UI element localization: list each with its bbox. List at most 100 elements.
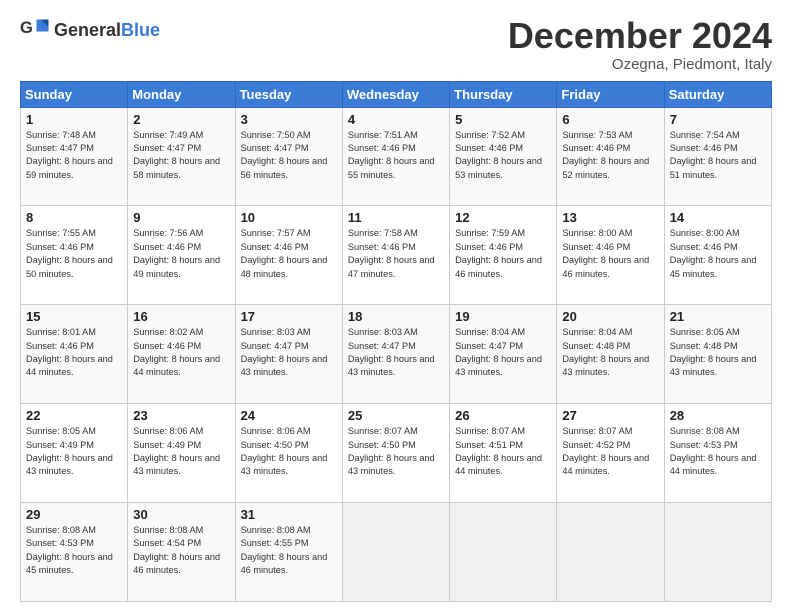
day-info: Sunrise: 8:05 AMSunset: 4:48 PMDaylight:… bbox=[670, 326, 766, 379]
th-wednesday: Wednesday bbox=[342, 81, 449, 107]
logo-icon: G bbox=[20, 16, 50, 44]
day-number: 25 bbox=[348, 408, 444, 423]
day-number: 4 bbox=[348, 112, 444, 127]
week-row-3: 15Sunrise: 8:01 AMSunset: 4:46 PMDayligh… bbox=[21, 305, 772, 404]
day-cell: 29 Sunrise: 8:08 AMSunset: 4:53 PMDayligh… bbox=[21, 503, 128, 602]
day-info: Sunrise: 7:48 AMSunset: 4:47 PMDaylight:… bbox=[26, 129, 122, 182]
day-cell: 9 Sunrise: 7:56 AMSunset: 4:46 PMDaylight… bbox=[128, 206, 235, 305]
day-number: 3 bbox=[241, 112, 337, 127]
day-info: Sunrise: 7:55 AMSunset: 4:46 PMDaylight:… bbox=[26, 227, 122, 280]
day-cell: 2Sunrise: 7:49 AMSunset: 4:47 PMDaylight… bbox=[128, 107, 235, 206]
day-info: Sunrise: 7:51 AMSunset: 4:46 PMDaylight:… bbox=[348, 129, 444, 182]
day-cell: 21 Sunrise: 8:05 AMSunset: 4:48 PMDayligh… bbox=[664, 305, 771, 404]
day-cell: 3Sunrise: 7:50 AMSunset: 4:47 PMDaylight… bbox=[235, 107, 342, 206]
day-info: Sunrise: 7:52 AMSunset: 4:46 PMDaylight:… bbox=[455, 129, 551, 182]
day-cell: 31Sunrise: 8:08 AMSunset: 4:55 PMDayligh… bbox=[235, 503, 342, 602]
day-info: Sunrise: 8:08 AMSunset: 4:54 PMDaylight:… bbox=[133, 524, 229, 577]
day-info: Sunrise: 8:06 AMSunset: 4:49 PMDaylight:… bbox=[133, 425, 229, 478]
day-cell: 26Sunrise: 8:07 AMSunset: 4:51 PMDayligh… bbox=[450, 404, 557, 503]
day-cell: 23 Sunrise: 8:06 AMSunset: 4:49 PMDayligh… bbox=[128, 404, 235, 503]
day-cell: 5 Sunrise: 7:52 AMSunset: 4:46 PMDaylight… bbox=[450, 107, 557, 206]
top-area: G GeneralBlue December 2024 Ozegna, Pied… bbox=[20, 16, 772, 73]
logo-general: General bbox=[54, 20, 121, 40]
day-cell: 12Sunrise: 7:59 AMSunset: 4:46 PMDayligh… bbox=[450, 206, 557, 305]
day-info: Sunrise: 8:00 AMSunset: 4:46 PMDaylight:… bbox=[670, 227, 766, 280]
day-info: Sunrise: 8:07 AMSunset: 4:52 PMDaylight:… bbox=[562, 425, 658, 478]
day-info: Sunrise: 8:03 AMSunset: 4:47 PMDaylight:… bbox=[241, 326, 337, 379]
day-number: 27 bbox=[562, 408, 658, 423]
th-saturday: Saturday bbox=[664, 81, 771, 107]
day-cell: 17 Sunrise: 8:03 AMSunset: 4:47 PMDayligh… bbox=[235, 305, 342, 404]
day-info: Sunrise: 7:56 AMSunset: 4:46 PMDaylight:… bbox=[133, 227, 229, 280]
day-info: Sunrise: 8:08 AMSunset: 4:53 PMDaylight:… bbox=[670, 425, 766, 478]
title-area: December 2024 Ozegna, Piedmont, Italy bbox=[508, 16, 772, 73]
day-number: 16 bbox=[133, 309, 229, 324]
week-row-4: 22 Sunrise: 8:05 AMSunset: 4:49 PMDayligh… bbox=[21, 404, 772, 503]
day-info: Sunrise: 8:04 AMSunset: 4:47 PMDaylight:… bbox=[455, 326, 551, 379]
day-number: 24 bbox=[241, 408, 337, 423]
day-info: Sunrise: 8:08 AMSunset: 4:53 PMDaylight:… bbox=[26, 524, 122, 577]
day-cell: 4 Sunrise: 7:51 AMSunset: 4:46 PMDaylight… bbox=[342, 107, 449, 206]
day-number: 8 bbox=[26, 210, 122, 225]
day-info: Sunrise: 7:59 AMSunset: 4:46 PMDaylight:… bbox=[455, 227, 551, 280]
calendar-table: Sunday Monday Tuesday Wednesday Thursday… bbox=[20, 81, 772, 602]
week-row-5: 29 Sunrise: 8:08 AMSunset: 4:53 PMDayligh… bbox=[21, 503, 772, 602]
location: Ozegna, Piedmont, Italy bbox=[508, 56, 772, 73]
day-number: 13 bbox=[562, 210, 658, 225]
day-info: Sunrise: 7:53 AMSunset: 4:46 PMDaylight:… bbox=[562, 129, 658, 182]
day-number: 11 bbox=[348, 210, 444, 225]
th-thursday: Thursday bbox=[450, 81, 557, 107]
day-number: 22 bbox=[26, 408, 122, 423]
day-cell: 13 Sunrise: 8:00 AMSunset: 4:46 PMDayligh… bbox=[557, 206, 664, 305]
page: G GeneralBlue December 2024 Ozegna, Pied… bbox=[0, 0, 792, 612]
day-cell bbox=[664, 503, 771, 602]
day-cell bbox=[450, 503, 557, 602]
day-number: 23 bbox=[133, 408, 229, 423]
day-number: 6 bbox=[562, 112, 658, 127]
day-info: Sunrise: 8:05 AMSunset: 4:49 PMDaylight:… bbox=[26, 425, 122, 478]
day-cell bbox=[557, 503, 664, 602]
day-number: 2 bbox=[133, 112, 229, 127]
day-cell: 16 Sunrise: 8:02 AMSunset: 4:46 PMDayligh… bbox=[128, 305, 235, 404]
svg-text:G: G bbox=[20, 19, 33, 37]
day-cell: 8 Sunrise: 7:55 AMSunset: 4:46 PMDaylight… bbox=[21, 206, 128, 305]
day-number: 7 bbox=[670, 112, 766, 127]
day-info: Sunrise: 8:03 AMSunset: 4:47 PMDaylight:… bbox=[348, 326, 444, 379]
day-cell: 1 Sunrise: 7:48 AMSunset: 4:47 PMDaylight… bbox=[21, 107, 128, 206]
day-info: Sunrise: 8:07 AMSunset: 4:50 PMDaylight:… bbox=[348, 425, 444, 478]
day-info: Sunrise: 8:01 AMSunset: 4:46 PMDaylight:… bbox=[26, 326, 122, 379]
day-number: 26 bbox=[455, 408, 551, 423]
day-number: 14 bbox=[670, 210, 766, 225]
day-cell: 22 Sunrise: 8:05 AMSunset: 4:49 PMDayligh… bbox=[21, 404, 128, 503]
day-cell: 19Sunrise: 8:04 AMSunset: 4:47 PMDayligh… bbox=[450, 305, 557, 404]
day-number: 30 bbox=[133, 507, 229, 522]
day-cell: 15Sunrise: 8:01 AMSunset: 4:46 PMDayligh… bbox=[21, 305, 128, 404]
day-cell: 28Sunrise: 8:08 AMSunset: 4:53 PMDayligh… bbox=[664, 404, 771, 503]
day-number: 1 bbox=[26, 112, 122, 127]
day-info: Sunrise: 8:06 AMSunset: 4:50 PMDaylight:… bbox=[241, 425, 337, 478]
week-row-2: 8 Sunrise: 7:55 AMSunset: 4:46 PMDaylight… bbox=[21, 206, 772, 305]
day-info: Sunrise: 8:02 AMSunset: 4:46 PMDaylight:… bbox=[133, 326, 229, 379]
logo: G GeneralBlue bbox=[20, 16, 160, 44]
day-number: 21 bbox=[670, 309, 766, 324]
day-cell: 25 Sunrise: 8:07 AMSunset: 4:50 PMDayligh… bbox=[342, 404, 449, 503]
day-number: 29 bbox=[26, 507, 122, 522]
day-number: 5 bbox=[455, 112, 551, 127]
day-info: Sunrise: 8:00 AMSunset: 4:46 PMDaylight:… bbox=[562, 227, 658, 280]
header-row: Sunday Monday Tuesday Wednesday Thursday… bbox=[21, 81, 772, 107]
logo-text: GeneralBlue bbox=[54, 20, 160, 41]
day-info: Sunrise: 7:58 AMSunset: 4:46 PMDaylight:… bbox=[348, 227, 444, 280]
day-cell: 27 Sunrise: 8:07 AMSunset: 4:52 PMDayligh… bbox=[557, 404, 664, 503]
day-cell: 10Sunrise: 7:57 AMSunset: 4:46 PMDayligh… bbox=[235, 206, 342, 305]
day-cell: 6 Sunrise: 7:53 AMSunset: 4:46 PMDaylight… bbox=[557, 107, 664, 206]
day-cell: 30 Sunrise: 8:08 AMSunset: 4:54 PMDayligh… bbox=[128, 503, 235, 602]
day-info: Sunrise: 8:08 AMSunset: 4:55 PMDaylight:… bbox=[241, 524, 337, 577]
day-cell: 24 Sunrise: 8:06 AMSunset: 4:50 PMDayligh… bbox=[235, 404, 342, 503]
day-number: 9 bbox=[133, 210, 229, 225]
day-number: 17 bbox=[241, 309, 337, 324]
day-cell: 7Sunrise: 7:54 AMSunset: 4:46 PMDaylight… bbox=[664, 107, 771, 206]
day-cell: 20Sunrise: 8:04 AMSunset: 4:48 PMDayligh… bbox=[557, 305, 664, 404]
th-monday: Monday bbox=[128, 81, 235, 107]
day-cell: 14 Sunrise: 8:00 AMSunset: 4:46 PMDayligh… bbox=[664, 206, 771, 305]
week-row-1: 1 Sunrise: 7:48 AMSunset: 4:47 PMDaylight… bbox=[21, 107, 772, 206]
